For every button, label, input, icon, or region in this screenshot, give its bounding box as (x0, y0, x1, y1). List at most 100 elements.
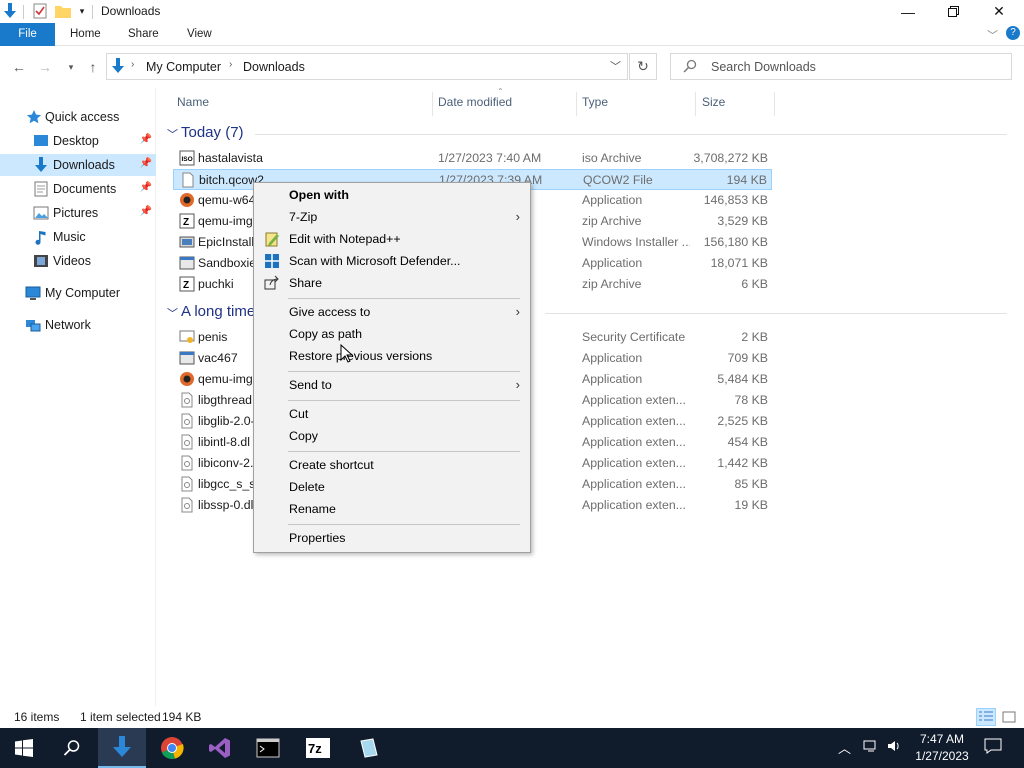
desktop-icon (33, 133, 49, 149)
forward-arrow-icon[interactable]: → (36, 58, 54, 76)
search-box[interactable] (670, 53, 1012, 80)
expand-ribbon-icon[interactable]: ﹀ (987, 27, 998, 43)
recent-locations-icon[interactable]: ▾ (62, 58, 80, 76)
tab-share[interactable]: Share (118, 23, 169, 46)
nav-item-my-computer[interactable]: My Computer (0, 282, 156, 304)
large-icons-view-button[interactable] (999, 708, 1019, 726)
address-dropdown-icon[interactable]: ﹀ (610, 58, 621, 74)
refresh-button[interactable]: ↻ (629, 53, 657, 80)
menu-item-scan-defender[interactable]: Scan with Microsoft Defender... (256, 250, 528, 272)
volume-icon[interactable] (886, 738, 902, 757)
customize-quick-access-icon[interactable]: ▾ (74, 3, 90, 19)
pin-icon[interactable]: 📌 (140, 182, 152, 193)
collapse-chevron-icon[interactable]: ﹀ (167, 126, 178, 142)
menu-item-delete[interactable]: Delete (256, 476, 528, 498)
nav-item-music[interactable]: Music (0, 226, 156, 248)
start-button[interactable] (0, 728, 48, 768)
close-button[interactable]: ✕ (976, 0, 1022, 23)
group-header-today[interactable]: ﹀ Today (7) (165, 124, 1015, 144)
menu-item-properties[interactable]: Properties (256, 527, 528, 549)
nav-item-desktop[interactable]: Desktop 📌 (0, 130, 156, 152)
file-type: Windows Installer ... (582, 235, 690, 249)
tab-home[interactable]: Home (60, 23, 111, 46)
file-type: Application exten... (582, 435, 686, 449)
menu-item-copy-as-path[interactable]: Copy as path (256, 323, 528, 345)
file-size: 19 KB (734, 498, 769, 512)
properties-check-icon[interactable] (32, 3, 48, 19)
nav-item-documents[interactable]: Documents 📌 (0, 178, 156, 200)
address-bar[interactable]: › My Computer › Downloads ﹀ (106, 53, 628, 80)
taskbar-file-explorer[interactable] (98, 728, 146, 768)
refresh-icon: ↻ (637, 58, 649, 74)
taskbar-7zip[interactable]: 7z (294, 728, 342, 768)
column-header-date[interactable]: Date modified (438, 95, 512, 109)
menu-item-copy[interactable]: Copy (256, 425, 528, 447)
breadcrumb-chevron-icon[interactable]: › (229, 59, 232, 70)
nav-item-videos[interactable]: Videos (0, 250, 156, 272)
taskbar-terminal[interactable] (244, 728, 292, 768)
menu-item-cut[interactable]: Cut (256, 403, 528, 425)
menu-item-restore-previous[interactable]: Restore previous versions (256, 345, 528, 367)
details-view-button[interactable] (976, 708, 996, 726)
file-size: 5,484 KB (717, 372, 768, 386)
notifications-icon[interactable] (984, 738, 1002, 757)
breadcrumb-downloads[interactable]: Downloads (243, 60, 305, 74)
network-tray-icon[interactable] (863, 738, 879, 757)
clock[interactable]: 7:47 AM 1/27/2023 (912, 731, 972, 765)
column-header-size[interactable]: Size (702, 95, 725, 109)
breadcrumb-chevron-icon[interactable]: › (131, 59, 134, 70)
menu-label: Rename (289, 502, 336, 516)
nav-item-pictures[interactable]: Pictures 📌 (0, 202, 156, 224)
pin-icon[interactable]: 📌 (140, 206, 152, 217)
back-arrow-icon[interactable]: ← (10, 58, 28, 76)
app-icon (179, 350, 195, 366)
column-header-name[interactable]: Name (177, 95, 209, 109)
search-button[interactable] (48, 728, 96, 768)
dll-icon (179, 434, 195, 450)
help-icon[interactable]: ? (1006, 26, 1020, 40)
new-folder-icon[interactable] (55, 3, 71, 19)
context-menu: Open with 7-Zip › Edit with Notepad++ Sc… (253, 182, 531, 553)
nav-item-downloads[interactable]: Downloads 📌 (0, 154, 156, 176)
menu-item-rename[interactable]: Rename (256, 498, 528, 520)
breadcrumb-my-computer[interactable]: My Computer (146, 60, 221, 74)
minimize-button[interactable]: — (885, 0, 931, 23)
search-input[interactable] (711, 58, 1001, 76)
file-size: 2,525 KB (717, 414, 768, 428)
qemu-icon (179, 371, 195, 387)
menu-item-give-access[interactable]: Give access to › (256, 301, 528, 323)
tab-view[interactable]: View (177, 23, 222, 46)
menu-item-edit-notepadpp[interactable]: Edit with Notepad++ (256, 228, 528, 250)
certificate-icon (179, 329, 195, 345)
selection-size: 194 KB (162, 710, 202, 724)
column-header-type[interactable]: Type (582, 95, 608, 109)
menu-label: Copy as path (289, 327, 363, 341)
menu-item-create-shortcut[interactable]: Create shortcut (256, 454, 528, 476)
maximize-button[interactable] (930, 0, 976, 23)
taskbar-notepad[interactable] (344, 728, 392, 768)
nav-item-quick-access[interactable]: Quick access (0, 106, 156, 128)
dll-icon (179, 497, 195, 513)
file-type: Security Certificate (582, 330, 686, 344)
menu-item-7zip[interactable]: 7-Zip › (256, 206, 528, 228)
file-date: 1/27/2023 7:40 AM (438, 151, 542, 165)
menu-item-share[interactable]: Share (256, 272, 528, 294)
taskbar-chrome[interactable] (148, 728, 196, 768)
collapse-chevron-icon[interactable]: ﹀ (167, 305, 178, 321)
file-size: 1,442 KB (717, 456, 768, 470)
address-row: ← → ▾ ↑ › My Computer › Downloads ﹀ ↻ (0, 46, 1024, 88)
up-arrow-icon[interactable]: ↑ (84, 58, 102, 76)
download-arrow-icon[interactable] (2, 3, 18, 19)
terminal-icon (256, 738, 280, 758)
zip-icon: Z (179, 213, 195, 229)
menu-item-send-to[interactable]: Send to › (256, 374, 528, 396)
show-hidden-icons-icon[interactable]: ︿ (838, 738, 851, 757)
pin-icon[interactable]: 📌 (140, 134, 152, 145)
taskbar-visual-studio[interactable] (196, 728, 244, 768)
file-row[interactable]: ISO hastalavista 1/27/2023 7:40 AM iso Arch… (173, 148, 772, 169)
tab-file[interactable]: File (0, 23, 55, 46)
menu-item-open-with[interactable]: Open with (256, 184, 528, 206)
download-arrow-icon (33, 157, 49, 173)
nav-item-network[interactable]: Network (0, 314, 156, 336)
pin-icon[interactable]: 📌 (140, 158, 152, 169)
